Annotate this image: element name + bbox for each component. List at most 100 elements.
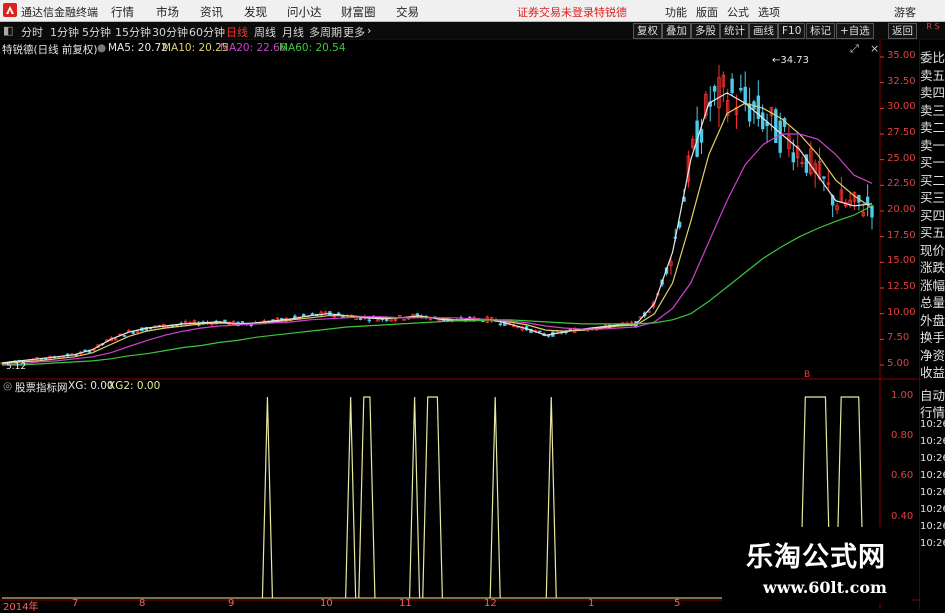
adjust-button[interactable]: 复权 (633, 23, 662, 39)
period-multi[interactable]: 多周期 (309, 24, 342, 40)
overlay-button[interactable]: 叠加 (662, 23, 691, 39)
quote-side-panel: R S 委比 卖五 卖四 卖三 卖二 卖一 买一 买二 买三 买四 买五 现价 涨跌 涨幅 总量 外盘 换手 净资收… (919, 22, 945, 609)
candle-body (699, 129, 704, 143)
ma-line-ma10 (1, 102, 873, 365)
price-tick-label: 20.00 (887, 204, 916, 215)
candle-body (791, 152, 796, 163)
side-label: 总量 (920, 295, 945, 310)
menu-options[interactable]: 选项 (758, 4, 780, 20)
side-label: 卖二 (920, 120, 945, 135)
menu-quotes[interactable]: 行情 (111, 4, 134, 20)
side-bottom-label: 10:26 (920, 453, 945, 464)
signal-spike (408, 396, 421, 599)
period-monthly[interactable]: 月线 (282, 24, 304, 40)
side-label: 外盘 (920, 312, 945, 328)
low-annotation: 5.12 (6, 362, 26, 372)
add-watchlist-button[interactable]: +自选 (836, 23, 874, 39)
side-label: 净资 (920, 347, 945, 363)
candle-body (865, 196, 870, 205)
menu-news[interactable]: 资讯 (200, 4, 223, 20)
signal-spike (489, 396, 501, 599)
side-bottom-label: 10:26 (920, 487, 945, 498)
period-1min[interactable]: 1分钟 (50, 24, 79, 40)
candle-body (367, 319, 371, 322)
price-tick-label: 30.00 (887, 101, 916, 113)
menu-function[interactable]: 功能 (665, 4, 687, 20)
side-label: 买五 (920, 225, 945, 240)
candle-body (730, 78, 734, 94)
candle-body (739, 88, 743, 91)
side-label: 买二 (920, 172, 945, 188)
watermark-url: www.60lt.com (763, 578, 887, 597)
watermark-title: 乐淘公式网 (746, 542, 886, 573)
period-weekly[interactable]: 周线 (254, 24, 276, 40)
high-annotation: ←34.73 (772, 55, 809, 66)
indicator-tick-label: 1.00 (891, 390, 914, 401)
side-label: 卖一 (920, 137, 945, 153)
menu-market[interactable]: 市场 (156, 4, 179, 20)
period-30min[interactable]: 30分钟 (152, 24, 188, 40)
side-label: 买四 (920, 207, 945, 223)
back-button[interactable]: 返回 (888, 23, 917, 39)
price-tick-label: 7.50 (887, 332, 910, 344)
signal-spike (545, 396, 557, 599)
f10-button[interactable]: F10 (778, 23, 806, 39)
side-label: 涨幅 (920, 277, 945, 293)
candle-body (538, 330, 542, 333)
guest-label[interactable]: 游客 (894, 4, 916, 20)
time-tick-label: 11 (399, 598, 412, 609)
side-label: 卖三 (920, 102, 945, 118)
menu-ask-xiaoda[interactable]: 问小达 (287, 4, 322, 20)
chart-canvas[interactable]: ←34.73 5.12 B (0, 40, 919, 609)
time-tick-label: 5 (674, 598, 681, 609)
draw-line-button[interactable]: 画线 (749, 23, 778, 39)
current-stock-name: 特锐德 (594, 6, 627, 19)
time-tick-label: 2014年 (3, 602, 39, 613)
side-bottom-label: 10:26 (920, 470, 945, 481)
side-bottom-label: 10:26 (920, 436, 945, 447)
candle-body (336, 312, 341, 315)
side-label: 委比 (920, 50, 945, 65)
time-tick-label: 12 (484, 598, 497, 609)
signal-spike (261, 396, 274, 599)
menu-formula[interactable]: 公式 (727, 4, 749, 20)
candle-body (743, 86, 747, 104)
app-title: 通达信金融终端 (21, 6, 98, 19)
period-60min[interactable]: 60分钟 (189, 24, 225, 40)
statistics-button[interactable]: 统计 (720, 23, 749, 39)
period-tick[interactable]: 分时 (21, 24, 43, 40)
candle-body (301, 313, 306, 317)
side-bottom-label: 10:26 (920, 419, 945, 430)
time-tick-label: 8 (139, 598, 146, 609)
side-label: 买三 (920, 190, 945, 205)
menu-discover[interactable]: 发现 (244, 4, 267, 20)
bookmark-button[interactable]: 标记 (806, 23, 835, 39)
candle-body (310, 313, 315, 316)
side-label: 现价 (920, 242, 945, 258)
price-tick-label: 10.00 (887, 306, 916, 318)
price-tick-label: 12.50 (887, 281, 916, 292)
candle-body (822, 176, 826, 179)
period-5min[interactable]: 5分钟 (82, 24, 111, 40)
time-tick-label: 7 (72, 598, 79, 609)
side-label: 收益 (920, 365, 945, 380)
chevron-right-icon[interactable]: › (367, 24, 371, 37)
indicator-tick-label: 0.60 (891, 470, 914, 482)
collapse-icon[interactable]: ◧ (3, 24, 13, 37)
period-more[interactable]: 更多 (343, 24, 365, 40)
signal-spike (358, 396, 376, 599)
login-status[interactable]: 证券交易未登录 (517, 4, 594, 20)
price-tick-label: 25.00 (887, 152, 916, 164)
menu-trade[interactable]: 交易 (396, 4, 419, 20)
candle-body (415, 313, 420, 316)
time-tick-label: 1 (588, 598, 595, 609)
menu-layout[interactable]: 版面 (696, 4, 718, 20)
menu-wealth-circle[interactable]: 财富圈 (341, 4, 376, 20)
period-daily[interactable]: 日线 (226, 24, 248, 40)
signal-spike (345, 396, 357, 599)
signal-spike (422, 396, 443, 599)
candle-body (122, 335, 127, 337)
multi-stock-button[interactable]: 多股 (691, 23, 720, 39)
period-15min[interactable]: 15分钟 (115, 24, 151, 40)
ma-line-ma20 (1, 133, 873, 366)
